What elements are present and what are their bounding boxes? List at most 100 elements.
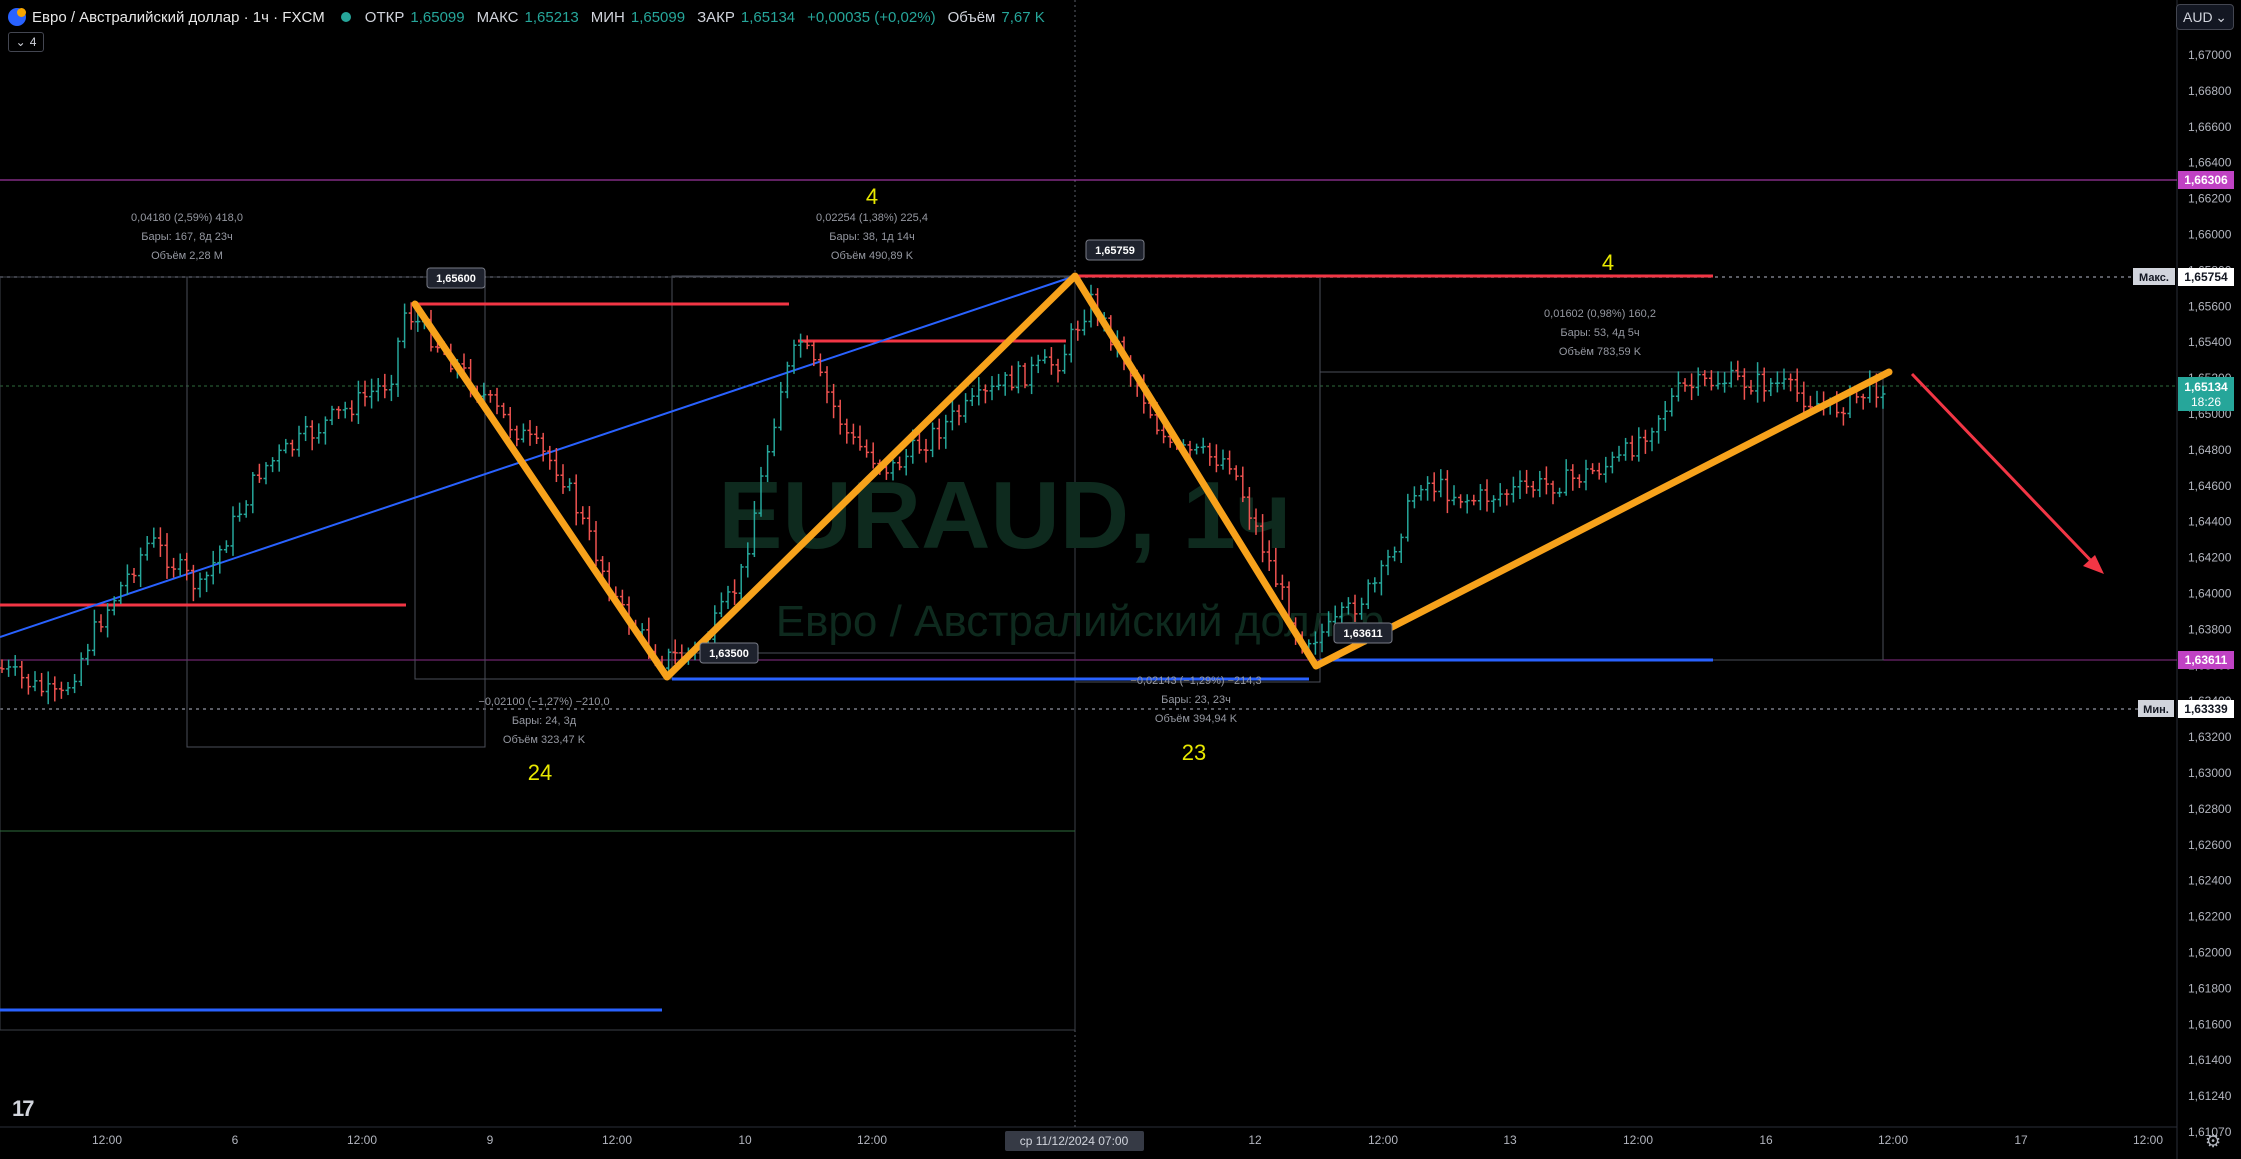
- price-tick-label: 1,63200: [2188, 730, 2232, 744]
- candle: [52, 676, 58, 702]
- high-label: МАКС: [476, 8, 519, 26]
- candle: [1075, 320, 1081, 341]
- candle: [573, 474, 579, 526]
- price-chart[interactable]: 1,67000 1,66800 1,66600 1,66400 1,66200 1,660…: [0, 0, 2241, 1159]
- candle: [1418, 484, 1424, 501]
- candle: [1378, 560, 1384, 596]
- candle: [283, 438, 289, 454]
- candle: [494, 387, 500, 415]
- candle: [1458, 494, 1464, 509]
- candle: [1035, 354, 1041, 374]
- close-value: 1,65134: [740, 8, 796, 26]
- measure-stats-text: 0,04180 (2,59%) 418,0: [131, 212, 243, 224]
- candle: [1537, 470, 1543, 498]
- candle: [1728, 361, 1734, 388]
- gear-icon[interactable]: ⚙: [2205, 1131, 2221, 1152]
- measure-stats-text: Объём 2,28 M: [151, 250, 223, 262]
- time-tick-label: 9: [487, 1133, 494, 1147]
- candle: [580, 506, 586, 525]
- time-tick-label: 13: [1503, 1133, 1517, 1147]
- candle: [1768, 378, 1774, 397]
- currency-button[interactable]: AUD ⌄: [2176, 4, 2234, 30]
- candle: [1636, 427, 1642, 462]
- candle: [1029, 356, 1035, 395]
- candle: [98, 614, 104, 633]
- candle: [1048, 347, 1054, 375]
- candle: [296, 425, 302, 457]
- pivot-price-label: 1,65600: [436, 273, 476, 285]
- candle: [1715, 371, 1721, 390]
- candle: [1431, 472, 1437, 502]
- candle: [1662, 400, 1668, 431]
- candle: [270, 457, 276, 473]
- price-tick-label: 1,65400: [2188, 335, 2232, 349]
- time-tick-label: 12:00: [2133, 1133, 2163, 1147]
- price-tick-label: 1,61600: [2188, 1017, 2232, 1031]
- candle: [824, 366, 830, 404]
- candle: [210, 550, 216, 585]
- candle: [718, 592, 724, 618]
- measure-stats-text: Бары: 24, 3д: [512, 715, 577, 727]
- candle: [844, 418, 850, 444]
- candle: [976, 377, 982, 406]
- measure-stats-text: Объём 394,94 K: [1155, 713, 1238, 725]
- candle: [144, 536, 150, 561]
- low-value: 1,65099: [630, 8, 686, 26]
- candle: [263, 462, 269, 485]
- candle: [1200, 437, 1206, 454]
- time-tick-label: 12:00: [347, 1133, 377, 1147]
- candle: [547, 445, 553, 470]
- symbol-title[interactable]: Евро / Австралийский доллар · 1ч · FXCM: [32, 9, 325, 26]
- candle: [732, 579, 738, 605]
- candle: [1055, 358, 1061, 383]
- candle: [105, 603, 111, 638]
- candle: [936, 418, 942, 450]
- candle: [316, 423, 322, 444]
- candle: [1609, 451, 1615, 474]
- measure-stats-text: −0,02100 (−1,27%) −210,0: [478, 696, 609, 708]
- candle: [151, 527, 157, 548]
- measure-stats-text: Бары: 38, 1д 14ч: [829, 231, 914, 243]
- candle: [778, 381, 784, 431]
- min-price-badge: 1,63339: [2184, 702, 2228, 716]
- candle: [1530, 481, 1536, 498]
- measure-stats-text: −0,02143 (−1,29%) −214,3: [1130, 675, 1261, 687]
- price-tick-label: 1,64200: [2188, 551, 2232, 565]
- price-tick-label: 1,62400: [2188, 874, 2232, 888]
- candle: [956, 404, 962, 426]
- candle: [963, 393, 969, 423]
- tradingview-logo-icon[interactable]: 17: [12, 1096, 35, 1122]
- candle: [375, 378, 381, 402]
- candle: [1464, 494, 1470, 514]
- candle: [388, 374, 394, 402]
- pivot-price-label: 1,63611: [1343, 628, 1382, 640]
- candle: [1068, 323, 1074, 363]
- candle: [771, 418, 777, 457]
- price-tick-label: 1,66800: [2188, 84, 2232, 98]
- candle: [355, 380, 361, 425]
- time-tick-label: 12:00: [857, 1133, 887, 1147]
- currency-label: AUD: [2183, 9, 2213, 25]
- candle: [12, 655, 18, 676]
- candle: [1002, 372, 1008, 396]
- candle: [32, 671, 38, 692]
- candle: [553, 447, 559, 483]
- price-tick-label: 1,66600: [2188, 120, 2232, 134]
- price-tick-label: 1,61400: [2188, 1053, 2232, 1067]
- candle: [309, 420, 315, 451]
- candle: [837, 399, 843, 435]
- measure-stats-text: Бары: 167, 8д 23ч: [141, 231, 233, 243]
- candle: [1860, 393, 1866, 410]
- candle: [943, 414, 949, 449]
- candle: [1022, 362, 1028, 389]
- candle: [230, 506, 236, 556]
- max-prefix-label: Макс.: [2139, 272, 2169, 284]
- indicators-collapse-button[interactable]: ⌄ 4: [8, 32, 44, 52]
- candle: [289, 439, 295, 457]
- pivot-price-label: 1,63500: [709, 648, 749, 660]
- time-tick-label: 17: [2014, 1133, 2028, 1147]
- candle: [1623, 437, 1629, 461]
- candle: [1708, 370, 1714, 391]
- candle: [520, 423, 526, 443]
- candle: [362, 380, 368, 407]
